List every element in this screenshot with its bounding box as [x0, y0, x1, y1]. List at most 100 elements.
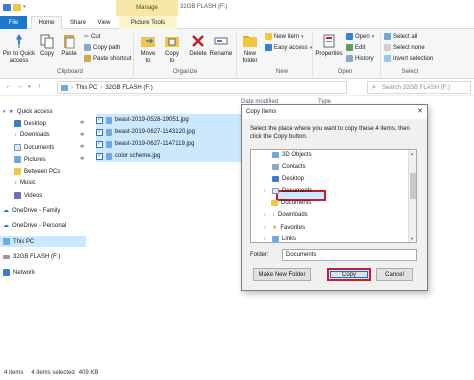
nav-item-desktop[interactable]: Desktop	[14, 120, 46, 127]
up-arrow-icon[interactable]: ↑	[38, 83, 42, 90]
chevron-down-icon: ▾	[301, 33, 304, 40]
tree-item-desktop[interactable]: Desktop	[264, 176, 304, 182]
tree-item-links[interactable]: › Links	[264, 236, 296, 242]
breadcrumb-this-pc[interactable]: This PC	[76, 85, 97, 91]
select-none-button[interactable]: Select none	[384, 44, 425, 51]
history-button[interactable]: History	[346, 55, 374, 62]
checkbox[interactable]: ✓	[96, 116, 103, 124]
search-placeholder: Search 32GB FLASH (F:)	[382, 84, 451, 91]
tab-view[interactable]: View	[93, 16, 115, 29]
tree-item-documents-selected[interactable]: Documents	[271, 200, 311, 206]
rename-button[interactable]: Rename	[210, 33, 232, 58]
folder-label: Folder:	[250, 252, 269, 258]
edit-label: Edit	[355, 44, 366, 51]
star-icon: ★	[8, 109, 14, 115]
nav-item-flash-drive[interactable]: 32GB FLASH (F:)	[3, 254, 60, 260]
edit-button[interactable]: Edit	[346, 44, 365, 51]
network-icon	[3, 269, 10, 276]
nav-item-onedrive-personal[interactable]: ☁ OneDrive - Personal	[3, 222, 66, 230]
tree-item-contacts[interactable]: Contacts	[264, 164, 306, 170]
tab-picture-tools[interactable]: Picture Tools	[119, 16, 177, 29]
file-row[interactable]: ✓ beast-2019-0627-1143120.jpg	[96, 126, 244, 138]
move-to-label: Move to	[140, 51, 156, 64]
pin-quick-access-button[interactable]: Pin to Quick access	[2, 33, 36, 65]
window-title: 32GB FLASH (F:)	[180, 4, 228, 10]
search-input[interactable]: ⌕ Search 32GB FLASH (F:)	[367, 81, 471, 94]
select-all-icon	[384, 33, 391, 40]
open-icon	[346, 33, 353, 40]
address-bar-row: ← → ▾ ↑ › This PC › 32GB FLASH (F:) ⌕ Se…	[0, 79, 474, 96]
scroll-up-icon[interactable]: ▲	[410, 151, 414, 156]
nav-item-documents[interactable]: Documents	[14, 144, 54, 151]
nav-item-videos[interactable]: Videos	[14, 192, 42, 199]
checkbox[interactable]: ✓	[96, 140, 103, 148]
nav-item-quick-access[interactable]: ▾ ★ Quick access	[3, 108, 53, 116]
nav-item-this-pc[interactable]: This PC	[0, 236, 86, 247]
folder-tree[interactable]: 3D Objects Contacts Desktop › Documents D…	[250, 149, 417, 243]
copy-path-label: Copy path	[93, 44, 121, 51]
nav-label: Pictures	[24, 156, 46, 163]
tree-label: Documents	[281, 200, 312, 206]
scrollbar-thumb[interactable]	[410, 173, 416, 199]
breadcrumb-drive[interactable]: 32GB FLASH (F:)	[105, 85, 152, 91]
scroll-down-icon[interactable]: ▼	[410, 236, 414, 241]
select-all-button[interactable]: Select all	[384, 33, 417, 40]
delete-button[interactable]: Delete	[188, 33, 208, 58]
save-icon[interactable]	[3, 3, 11, 11]
checkbox[interactable]: ✓	[96, 128, 103, 136]
file-row[interactable]: ✓ color scheme.jpg	[96, 150, 244, 162]
tree-item-3d-objects[interactable]: 3D Objects	[264, 152, 312, 158]
copy-to-label: Copy to	[164, 51, 179, 64]
copy-dialog-button[interactable]: Copy	[327, 268, 371, 281]
invert-selection-button[interactable]: Invert selection	[384, 55, 433, 62]
contacts-icon	[272, 164, 279, 170]
file-name: beast-2019-0627-1147119.jpg	[115, 141, 195, 147]
tab-share[interactable]: Share	[66, 16, 90, 29]
paste-shortcut-icon	[84, 55, 91, 62]
nav-item-onedrive-family[interactable]: ☁ OneDrive - Family	[3, 207, 60, 215]
tree-scrollbar[interactable]: ▲ ▼	[408, 150, 416, 242]
easy-access-button[interactable]: Easy access ▾	[265, 44, 312, 51]
open-button[interactable]: Open ▾	[346, 33, 374, 40]
tab-home[interactable]: Home	[31, 16, 62, 29]
move-to-button[interactable]: Move to	[139, 33, 157, 65]
open-label: Open	[355, 33, 370, 40]
tab-file[interactable]: File	[0, 16, 27, 29]
cut-button[interactable]: ✂ Cut	[84, 33, 101, 41]
new-folder-icon	[243, 36, 257, 47]
paste-shortcut-button[interactable]: Paste shortcut	[84, 55, 131, 62]
tree-item-downloads[interactable]: › ↓ Downloads	[264, 212, 308, 218]
chevron-down-icon[interactable]: ▾	[23, 4, 26, 10]
nav-item-pictures[interactable]: Pictures	[14, 156, 46, 163]
recent-chevron-icon[interactable]: ▾	[28, 84, 31, 90]
paste-button[interactable]: Paste	[61, 33, 77, 58]
copy-to-button[interactable]: Copy to	[163, 33, 181, 65]
forward-arrow-icon[interactable]: →	[16, 83, 23, 90]
back-arrow-icon[interactable]: ←	[5, 83, 12, 90]
nav-item-downloads[interactable]: ↓ Downloads	[14, 132, 50, 138]
tree-item-documents-parent[interactable]: › Documents	[264, 188, 312, 194]
nav-item-between-pcs[interactable]: Between PCs	[14, 168, 60, 175]
make-new-folder-button[interactable]: Make New Folder	[253, 268, 311, 281]
ribbon-separator	[312, 33, 313, 77]
desktop-icon	[272, 176, 279, 182]
cut-label: Cut	[91, 33, 101, 40]
nav-item-music[interactable]: ♪ Music	[14, 180, 36, 186]
nav-label: 32GB FLASH (F:)	[13, 254, 61, 260]
nav-item-network[interactable]: Network	[3, 269, 35, 276]
copy-button[interactable]: Copy	[39, 33, 55, 58]
tree-item-favorites[interactable]: › ★ Favorites	[264, 224, 305, 232]
properties-button[interactable]: Properties	[314, 33, 344, 58]
folder-icon[interactable]	[13, 3, 21, 11]
close-icon[interactable]: ✕	[417, 107, 423, 115]
copy-path-button[interactable]: Copy path	[84, 44, 120, 51]
new-folder-button[interactable]: New folder	[240, 33, 260, 65]
file-row[interactable]: ✓ beast-2019-0528-19051.jpg	[96, 114, 244, 126]
checkbox[interactable]: ✓	[96, 152, 103, 160]
file-row[interactable]: ✓ beast-2019-0627-1147119.jpg	[96, 138, 244, 150]
address-path[interactable]: › This PC › 32GB FLASH (F:)	[57, 81, 347, 94]
dialog-message: Select the place where you want to copy …	[250, 126, 410, 140]
cancel-button[interactable]: Cancel	[376, 268, 413, 281]
new-item-button[interactable]: New item ▾	[265, 33, 304, 40]
folder-field[interactable]: Documents	[282, 249, 417, 261]
